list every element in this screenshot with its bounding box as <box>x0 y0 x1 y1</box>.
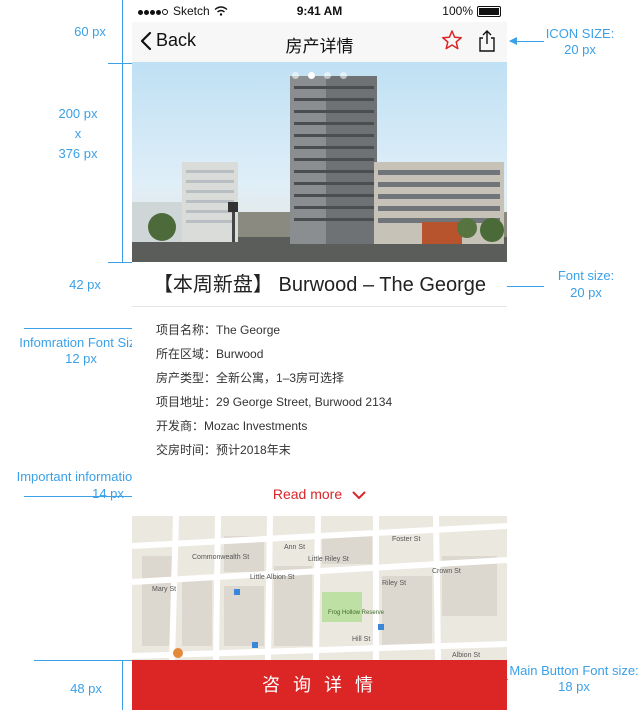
map-label: Ann St <box>284 544 306 551</box>
hero-image-carousel[interactable] <box>132 62 507 262</box>
map-label: Foster St <box>392 536 421 543</box>
info-label: 交房时间： <box>156 443 217 457</box>
chevron-down-icon <box>352 491 366 499</box>
hero-width-label: 376 px <box>58 146 98 161</box>
info-row-name: 项目名称：The George <box>156 320 392 344</box>
battery-percent: 100% <box>442 4 473 18</box>
hero-size-x-label: x <box>74 126 82 141</box>
building-photo <box>132 76 507 262</box>
info-label: 项目名称： <box>156 323 217 337</box>
navigation-bar: Back 房产详情 <box>132 22 507 62</box>
status-nav-height-label: 60 px <box>74 24 106 39</box>
info-row-type: 房产类型：全新公寓，1–3房可选择 <box>156 368 392 392</box>
pager-dot-active[interactable] <box>308 72 315 79</box>
map-label: Hill St <box>352 636 371 643</box>
info-label: 开发商： <box>156 419 205 433</box>
button-height-label: 48 px <box>70 681 102 696</box>
read-more-label: Read more <box>272 486 343 502</box>
guide-tick <box>108 63 132 64</box>
phone-screen: Sketch 9:41 AM 100% Back 房产详情 【本周新盘】 Bur… <box>132 0 507 710</box>
info-label: 所在区域： <box>156 347 217 361</box>
info-row-area: 所在区域：Burwood <box>156 344 392 368</box>
info-row-address: 项目地址：29 George Street, Burwood 2134 <box>156 392 392 416</box>
map-label: Crown St <box>432 568 461 575</box>
info-value: The George <box>216 323 281 337</box>
map-label: Little Albion St <box>250 574 295 581</box>
map-label: Frog Hollow Reserve <box>328 610 385 616</box>
info-value: 29 George Street, Burwood 2134 <box>216 395 393 409</box>
info-row-completion: 交房时间：预计2018年末 <box>156 440 392 464</box>
info-label: 项目地址： <box>156 395 217 409</box>
battery-icon <box>477 5 501 17</box>
info-value: 全新公寓，1–3房可选择 <box>216 371 345 385</box>
nav-actions <box>441 29 497 53</box>
property-title: 【本周新盘】 Burwood – The George <box>132 264 507 307</box>
map-label: Commonwealth St <box>192 554 250 561</box>
guide-tick <box>34 660 132 661</box>
star-icon[interactable] <box>441 29 463 51</box>
info-label: 房产类型： <box>156 371 217 385</box>
map-label: Albion St <box>452 652 481 659</box>
map-graphic <box>132 516 507 660</box>
hero-height-label: 200 px <box>58 106 98 121</box>
pager-dot[interactable] <box>292 72 299 79</box>
button-font-size-label: 18 px <box>558 679 590 694</box>
battery-group: 100% <box>442 4 501 18</box>
guide-tick <box>108 262 132 263</box>
map-label: Mary St <box>152 586 177 593</box>
location-map[interactable]: Ann St Little Albion St Albion St Frog H… <box>132 516 507 660</box>
info-row-developer: 开发商：Mozac Investments <box>156 416 392 440</box>
property-info-list: 项目名称：The George 所在区域：Burwood 房产类型：全新公寓，1… <box>156 320 392 464</box>
info-value: 预计2018年末 <box>216 443 291 457</box>
pager-dot[interactable] <box>324 72 331 79</box>
read-more-link[interactable]: Read more <box>132 486 507 502</box>
info-value: Burwood <box>216 347 264 361</box>
title-font-size-label: 20 px <box>570 285 602 300</box>
status-bar: Sketch 9:41 AM 100% <box>132 0 507 22</box>
carousel-pager <box>132 72 507 79</box>
map-label: Riley St <box>382 580 407 587</box>
consult-details-button[interactable]: 咨 询 详 情 <box>132 660 507 710</box>
icon-size-value: 20 px <box>564 42 596 57</box>
title-height-label: 42 px <box>69 277 101 292</box>
map-label: Little Riley St <box>308 556 349 563</box>
share-icon[interactable] <box>477 29 497 53</box>
info-value: Mozac Investments <box>204 419 308 433</box>
pager-dot[interactable] <box>340 72 347 79</box>
